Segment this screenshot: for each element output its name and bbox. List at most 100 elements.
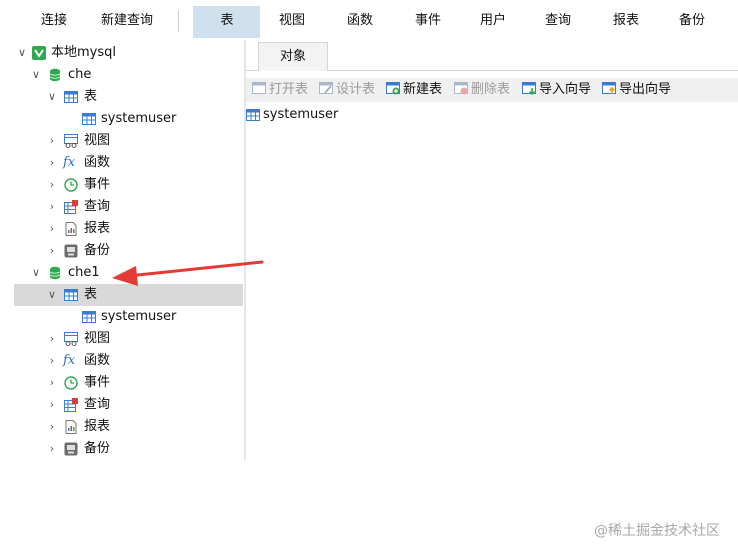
toolbar-report-button[interactable]: 报表 [606, 12, 646, 30]
tree-item-queries[interactable]: › 查询 [14, 394, 243, 416]
tree-item-events[interactable]: › 事件 [14, 174, 243, 196]
open-table-button[interactable]: 打开表 [252, 81, 308, 99]
tree-label: 函数 [84, 155, 111, 170]
chevron-down-icon[interactable]: ∨ [30, 64, 42, 86]
tree-label: 查询 [84, 199, 111, 214]
toolbar-table-button[interactable]: 表 [207, 12, 247, 30]
tree-label: 报表 [84, 419, 111, 434]
tree-item-table[interactable]: systemuser [14, 306, 243, 328]
chevron-right-icon[interactable]: › [46, 196, 58, 218]
table-icon [82, 113, 96, 125]
tree-item-backups[interactable]: › 备份 [14, 438, 243, 460]
view-icon [64, 332, 78, 346]
function-icon: fx [63, 353, 76, 368]
toolbar-new-query-button[interactable]: 新建查询 [96, 12, 158, 30]
toolbar-query-button[interactable]: 查询 [538, 12, 578, 30]
chevron-down-icon[interactable]: ∨ [30, 262, 42, 284]
chevron-right-icon[interactable]: › [46, 438, 58, 460]
tree-item-database[interactable]: ∨ che [14, 64, 243, 86]
object-name: systemuser [263, 107, 339, 122]
top-toolbar: 连接 新建查询 表 视图 函数 事件 用户 查询 报表 备份 [0, 0, 738, 40]
tab-objects[interactable]: 对象 [258, 42, 328, 71]
export-wizard-button[interactable]: 导出向导 [602, 81, 671, 99]
tree-item-events[interactable]: › 事件 [14, 372, 243, 394]
tree-label: 查询 [84, 397, 111, 412]
tree-label: 表 [84, 287, 98, 302]
toolbar-connect-button[interactable]: 连接 [34, 12, 74, 30]
tree-item-functions[interactable]: › fx 函数 [14, 350, 243, 372]
open-table-label: 打开表 [269, 82, 309, 97]
chevron-down-icon[interactable]: ∨ [46, 284, 58, 306]
report-icon [65, 222, 77, 236]
tree-label: che1 [68, 265, 100, 280]
database-icon [49, 266, 61, 280]
tree-label: 备份 [84, 243, 111, 258]
design-table-label: 设计表 [336, 82, 376, 97]
chevron-right-icon[interactable]: › [46, 328, 58, 350]
tree-label: 事件 [84, 177, 111, 192]
tree-item-connection[interactable]: ∨ 本地mysql [14, 42, 243, 64]
chevron-right-icon[interactable]: › [46, 174, 58, 196]
function-icon: fx [63, 155, 76, 170]
tree-item-tables-group[interactable]: ∨ 表 [14, 284, 243, 306]
chevron-right-icon[interactable]: › [46, 350, 58, 372]
chevron-right-icon[interactable]: › [46, 130, 58, 152]
open-table-icon [252, 82, 266, 94]
object-pane: 对象 打开表 设计表 新建表 删除表 导入向导 导出向导 systemuser [246, 40, 738, 460]
toolbar-view-button[interactable]: 视图 [272, 12, 312, 30]
tree-label: 报表 [84, 221, 111, 236]
backup-icon [64, 442, 78, 456]
report-icon [65, 420, 77, 434]
export-icon [602, 82, 616, 94]
chevron-right-icon[interactable]: › [46, 372, 58, 394]
object-toolbar: 打开表 设计表 新建表 删除表 导入向导 导出向导 [246, 78, 738, 102]
query-icon [64, 398, 78, 412]
tree-item-views[interactable]: › 视图 [14, 328, 243, 350]
tree-label: 视图 [84, 331, 111, 346]
toolbar-function-button[interactable]: 函数 [340, 12, 380, 30]
chevron-right-icon[interactable]: › [46, 218, 58, 240]
tree-item-functions[interactable]: › fx 函数 [14, 152, 243, 174]
tree-item-reports[interactable]: › 报表 [14, 218, 243, 240]
chevron-down-icon[interactable]: ∨ [46, 86, 58, 108]
delete-table-button[interactable]: 删除表 [454, 81, 510, 99]
design-table-button[interactable]: 设计表 [319, 81, 375, 99]
view-icon [64, 134, 78, 148]
toolbar-user-button[interactable]: 用户 [473, 12, 513, 30]
chevron-right-icon[interactable]: › [46, 394, 58, 416]
delete-table-label: 删除表 [471, 82, 511, 97]
connection-tree: ∨ 本地mysql ∨ che ∨ 表 systemuser › 视图 › fx… [14, 40, 243, 460]
tree-label: 表 [84, 89, 98, 104]
tree-item-queries[interactable]: › 查询 [14, 196, 243, 218]
table-icon [246, 109, 260, 121]
tree-label: 视图 [84, 133, 111, 148]
tree-item-backups[interactable]: › 备份 [14, 240, 243, 262]
chevron-right-icon[interactable]: › [46, 240, 58, 262]
tree-label: 备份 [84, 441, 111, 456]
import-icon [522, 82, 536, 95]
import-wizard-button[interactable]: 导入向导 [522, 81, 591, 99]
toolbar-backup-button[interactable]: 备份 [672, 12, 712, 30]
new-table-label: 新建表 [403, 82, 443, 97]
delete-table-icon [454, 82, 468, 95]
toolbar-event-button[interactable]: 事件 [408, 12, 448, 30]
tree-item-table[interactable]: systemuser [14, 108, 243, 130]
table-icon [82, 311, 96, 323]
tree-item-database[interactable]: ∨ che1 [14, 262, 243, 284]
tree-item-views[interactable]: › 视图 [14, 130, 243, 152]
tree-item-reports[interactable]: › 报表 [14, 416, 243, 438]
table-icon [64, 91, 78, 103]
chevron-right-icon[interactable]: › [46, 416, 58, 438]
table-icon [64, 289, 78, 301]
tree-label: systemuser [101, 111, 177, 126]
clock-icon [64, 178, 78, 192]
tab-bar: 对象 [246, 40, 738, 71]
backup-icon [64, 244, 78, 258]
chevron-right-icon[interactable]: › [46, 152, 58, 174]
watermark: @稀土掘金技术社区 [594, 523, 720, 539]
chevron-down-icon[interactable]: ∨ [16, 42, 28, 64]
tree-item-tables-group[interactable]: ∨ 表 [14, 86, 243, 108]
tree-label: 函数 [84, 353, 111, 368]
new-table-button[interactable]: 新建表 [386, 81, 442, 99]
toolbar-separator [178, 10, 179, 32]
